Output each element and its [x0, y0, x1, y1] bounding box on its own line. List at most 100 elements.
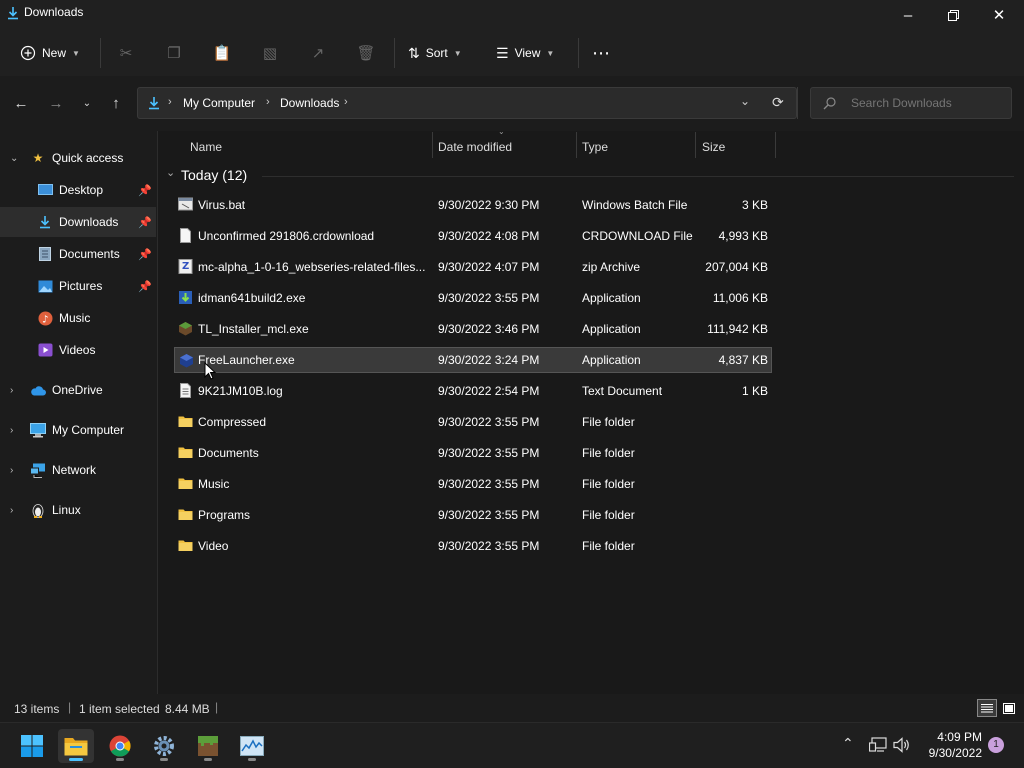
sidebar-item-pictures[interactable]: Pictures 📌 [0, 271, 156, 301]
back-button[interactable]: ← [7, 89, 35, 117]
sidebar-item-network[interactable]: › Network [0, 455, 156, 485]
chevron-down-icon: ▼ [453, 48, 462, 58]
file-row[interactable]: Unconfirmed 291806.crdownload 9/30/2022 … [174, 223, 772, 249]
notification-badge[interactable]: 1 [988, 737, 1004, 753]
pictures-icon [37, 278, 53, 294]
details-view-button[interactable] [977, 699, 997, 717]
copy-button[interactable]: ❐ [158, 37, 190, 69]
file-name: 9K21JM10B.log [198, 384, 283, 398]
column-header-type[interactable]: Type [582, 137, 608, 157]
chevron-down-icon[interactable]: ⌄ [166, 166, 175, 179]
show-hidden-icons-button[interactable]: ⌃ [842, 735, 854, 752]
file-row[interactable]: 9K21JM10B.log 9/30/2022 2:54 PM Text Doc… [174, 378, 772, 404]
maximize-button[interactable] [930, 0, 976, 30]
taskbar-file-explorer[interactable] [58, 729, 94, 763]
more-button[interactable]: ⋯ [592, 37, 611, 69]
column-divider[interactable] [576, 132, 577, 158]
restore-icon [947, 9, 959, 21]
search-input[interactable] [849, 95, 1003, 111]
file-row[interactable]: Virus.bat 9/30/2022 9:30 PM Windows Batc… [174, 192, 772, 218]
column-header-name[interactable]: Name [190, 137, 222, 157]
file-date: 9/30/2022 3:55 PM [438, 446, 540, 460]
pin-icon[interactable]: 📌 [138, 280, 152, 293]
pin-icon[interactable]: 📌 [138, 248, 152, 261]
view-label: View [514, 46, 541, 60]
sidebar-item-desktop[interactable]: Desktop 📌 [0, 175, 156, 205]
group-header[interactable]: Today (12) [181, 167, 247, 183]
clock-time[interactable]: 4:09 PM [918, 730, 982, 744]
folder-row[interactable]: Video 9/30/2022 3:55 PM File folder [174, 533, 772, 559]
rename-button[interactable]: ▧ [254, 37, 286, 69]
file-name: Unconfirmed 291806.crdownload [198, 229, 375, 243]
large-icons-view-button[interactable] [1000, 699, 1018, 717]
file-name: idman641build2.exe [198, 291, 306, 305]
column-divider[interactable] [775, 132, 776, 158]
chevron-down-icon: ⌄ [10, 152, 19, 164]
more-icon: ⋯ [592, 42, 611, 63]
volume-icon[interactable] [893, 737, 911, 753]
pin-icon[interactable]: 📌 [138, 216, 152, 229]
running-indicator [116, 758, 124, 761]
view-button[interactable]: ☰ View ▼ [496, 37, 554, 69]
column-header-date[interactable]: Date modified [438, 137, 512, 157]
breadcrumb-item[interactable]: Downloads [280, 96, 339, 110]
folder-row[interactable]: Programs 9/30/2022 3:55 PM File folder [174, 502, 772, 528]
column-divider[interactable] [432, 132, 433, 158]
arrow-left-icon: ← [13, 94, 29, 112]
taskbar-resource-monitor[interactable] [234, 729, 270, 763]
sidebar-item-linux[interactable]: › Linux [0, 495, 156, 525]
sidebar-item-quick-access[interactable]: ⌄ ★ Quick access [0, 143, 156, 173]
start-button[interactable] [14, 729, 50, 763]
taskbar-settings[interactable] [146, 729, 182, 763]
close-button[interactable]: ✕ [976, 0, 1022, 30]
folder-row[interactable]: Compressed 9/30/2022 3:55 PM File folder [174, 409, 772, 435]
file-row[interactable]: TL_Installer_mcl.exe 9/30/2022 3:46 PM A… [174, 316, 772, 342]
sidebar-item-documents[interactable]: Documents 📌 [0, 239, 156, 269]
file-name: mc-alpha_1-0-16_webseries-related-files.… [198, 260, 426, 274]
search-box[interactable] [810, 87, 1012, 119]
music-icon: ♪ [37, 310, 53, 326]
folder-icon [178, 540, 193, 551]
window-title: Downloads [24, 5, 84, 19]
search-icon [823, 97, 836, 110]
clock-date[interactable]: 9/30/2022 [918, 746, 982, 760]
cut-button[interactable]: ✂ [110, 37, 142, 69]
network-icon[interactable] [869, 737, 887, 753]
sort-button[interactable]: ⇅ Sort ▼ [408, 37, 462, 69]
sidebar-item-music[interactable]: ♪ Music [0, 303, 156, 333]
sort-label: Sort [425, 46, 448, 60]
delete-button[interactable]: 🗑 [350, 37, 382, 69]
address-bar[interactable]: › My Computer › Downloads › ⌄ ⟳ [137, 87, 797, 119]
file-size: 207,004 KB [705, 260, 768, 274]
running-indicator [160, 758, 168, 761]
star-icon: ★ [32, 151, 44, 165]
new-button[interactable]: New ▼ [20, 37, 80, 69]
sidebar-item-downloads[interactable]: Downloads 📌 [0, 207, 156, 237]
taskbar-minecraft-launcher[interactable] [190, 729, 226, 763]
minimize-button[interactable]: – [885, 0, 931, 30]
address-dropdown-icon[interactable]: ⌄ [740, 94, 750, 108]
sidebar-item-my-computer[interactable]: › My Computer [0, 415, 156, 445]
sidebar-item-onedrive[interactable]: › OneDrive [0, 375, 156, 405]
sidebar-item-videos[interactable]: Videos [0, 335, 156, 365]
taskbar-chrome[interactable] [102, 729, 138, 763]
file-row[interactable]: Z mc-alpha_1-0-16_webseries-related-file… [174, 254, 772, 280]
folder-row[interactable]: Documents 9/30/2022 3:55 PM File folder [174, 440, 772, 466]
up-button[interactable]: ↑ [102, 89, 130, 117]
zip-icon: Z [178, 259, 193, 274]
recent-locations-button[interactable]: ⌄ [73, 89, 101, 117]
folder-row[interactable]: Music 9/30/2022 3:55 PM File folder [174, 471, 772, 497]
pin-icon[interactable]: 📌 [138, 184, 152, 197]
breadcrumb-item[interactable]: My Computer [183, 96, 255, 110]
share-button[interactable]: ↗ [302, 37, 334, 69]
sidebar-item-label: Linux [52, 503, 81, 517]
file-row-selected[interactable]: FreeLauncher.exe 9/30/2022 3:24 PM Appli… [174, 347, 772, 373]
refresh-icon[interactable]: ⟳ [772, 94, 784, 111]
column-divider[interactable] [695, 132, 696, 158]
chevron-right-icon: › [10, 384, 14, 396]
column-header-size[interactable]: Size [702, 137, 725, 157]
paste-button[interactable]: 📋 [206, 37, 238, 69]
title-bar: Downloads – ✕ [0, 0, 1024, 30]
file-row[interactable]: idman641build2.exe 9/30/2022 3:55 PM App… [174, 285, 772, 311]
forward-button[interactable]: → [42, 89, 70, 117]
